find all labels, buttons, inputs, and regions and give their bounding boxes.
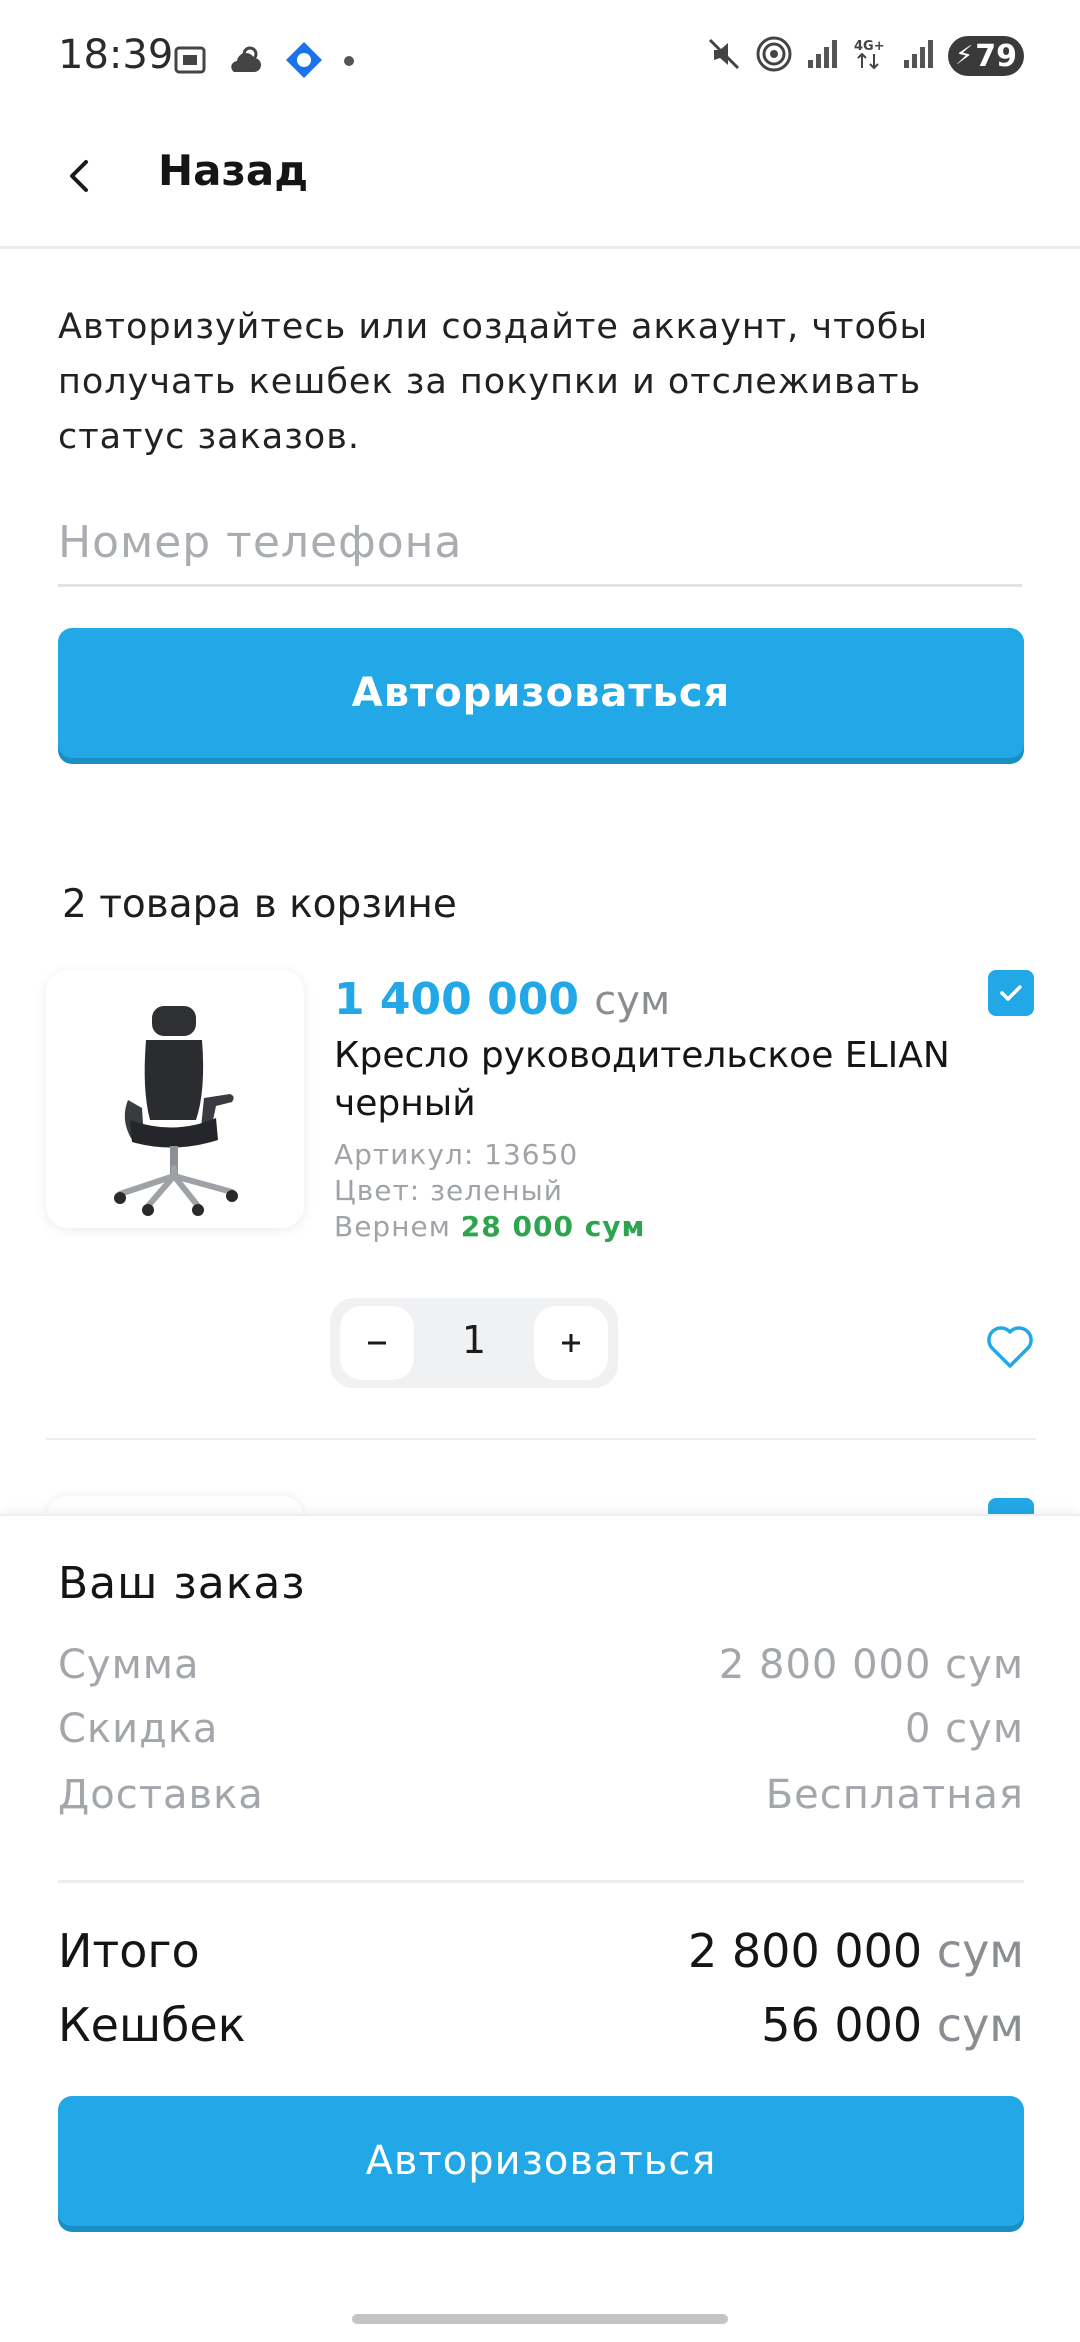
hotspot-icon	[756, 36, 792, 76]
minus-icon	[368, 1341, 386, 1345]
cashback-value-wrap: 56 000 сум	[761, 1998, 1024, 2052]
product-price-value: 1 400 000	[334, 974, 579, 1025]
decrease-quantity-button[interactable]	[340, 1306, 414, 1380]
summary-title: Ваш заказ	[58, 1558, 306, 1609]
cart-item: 1 400 000 сум Кресло руководительское EL…	[0, 960, 1080, 1440]
increase-quantity-button[interactable]	[534, 1306, 608, 1380]
quantity-value: 1	[461, 1318, 487, 1362]
product-cashback-label: Вернем	[334, 1210, 451, 1243]
product-name[interactable]: Кресло руководительское ELIAN черный	[334, 1032, 1014, 1128]
delivery-label: Доставка	[58, 1772, 264, 1818]
favorite-button[interactable]	[982, 1318, 1038, 1374]
total-currency: сум	[936, 1924, 1024, 1978]
discount-label: Скидка	[58, 1706, 219, 1752]
status-icons-right: 4G+ ⚡ 79	[706, 36, 1024, 76]
sum-value: 2 800 000 сум	[718, 1642, 1024, 1688]
product-image[interactable]	[46, 970, 304, 1228]
screenshot-icon	[172, 42, 208, 82]
order-summary-panel: Ваш заказ Сумма 2 800 000 сум Скидка 0 с…	[0, 1514, 1080, 2342]
total-value-wrap: 2 800 000 сум	[688, 1924, 1024, 1978]
heart-icon	[987, 1326, 1033, 1368]
battery-icon: ⚡ 79	[948, 36, 1024, 76]
product-price-currency: сум	[594, 978, 671, 1024]
4g-icon: 4G+	[852, 36, 888, 76]
quantity-stepper: 1	[330, 1298, 618, 1388]
product-price: 1 400 000 сум	[334, 974, 670, 1025]
dot-icon	[342, 53, 356, 72]
status-icons-left	[172, 40, 356, 84]
back-button[interactable]	[52, 146, 112, 206]
authorize-button[interactable]: Авторизоваться	[58, 628, 1024, 758]
header-title[interactable]: Назад	[158, 146, 308, 195]
status-bar: 18:39 4G+ ⚡ 79	[0, 0, 1080, 120]
summary-divider	[58, 1880, 1024, 1883]
weather-icon	[226, 42, 266, 82]
item-divider	[46, 1438, 1036, 1440]
product-cashback: Вернем 28 000 сум	[334, 1210, 645, 1243]
summary-sum-row: Сумма 2 800 000 сум	[58, 1642, 1024, 1698]
app-header: Назад	[0, 120, 1080, 249]
item-checkbox[interactable]	[988, 970, 1034, 1016]
total-label: Итого	[58, 1924, 200, 1978]
checkout-authorize-button[interactable]: Авторизоваться	[58, 2096, 1024, 2226]
discount-value: 0 сум	[904, 1706, 1024, 1752]
home-indicator[interactable]	[352, 2314, 728, 2324]
status-time: 18:39	[58, 32, 174, 78]
auth-description: Авторизуйтесь или создайте аккаунт, чтоб…	[58, 307, 929, 457]
total-value: 2 800 000	[688, 1924, 923, 1978]
summary-cashback-row: Кешбек 56 000 сум	[58, 1998, 1024, 2058]
product-cashback-value: 28 000 сум	[460, 1210, 646, 1243]
signal-icon-2	[902, 38, 934, 74]
cashback-value: 56 000	[761, 1998, 923, 2052]
product-article: Артикул: 13650	[334, 1138, 579, 1171]
summary-total-row: Итого 2 800 000 сум	[58, 1924, 1024, 1984]
summary-discount-row: Скидка 0 сум	[58, 1706, 1024, 1762]
mute-icon	[706, 36, 742, 76]
signal-icon	[806, 38, 838, 74]
svg-text:4G+: 4G+	[854, 39, 885, 54]
battery-level: 79	[975, 38, 1017, 74]
cashback-label: Кешбек	[58, 1998, 246, 2052]
sum-label: Сумма	[58, 1642, 200, 1688]
cart-title: 2 товара в корзине	[62, 882, 457, 927]
plus-icon	[562, 1334, 580, 1352]
delivery-value: Бесплатная	[765, 1772, 1024, 1818]
summary-delivery-row: Доставка Бесплатная	[58, 1772, 1024, 1828]
office-chair-image	[114, 1006, 238, 1216]
chevron-left-icon	[70, 160, 88, 192]
checkmark-icon	[1000, 985, 1022, 1001]
phone-input[interactable]	[58, 500, 1022, 587]
product-color: Цвет: зеленый	[334, 1174, 563, 1207]
app-notification-icon	[284, 40, 324, 84]
cashback-currency: сум	[936, 1998, 1024, 2052]
